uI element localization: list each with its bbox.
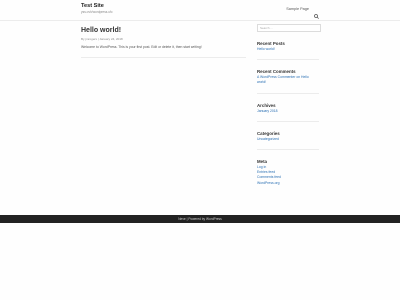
widget-meta: Meta Log in Entries feed Comments feed W… [257,159,319,186]
sidebar: Search ... Recent Posts Hello world! Rec… [257,24,321,186]
footer-powered-by-link[interactable]: Powered by WordPress [188,217,221,221]
meta-link-wordpress-org[interactable]: WordPress.org [257,181,280,185]
widget-archives: Archives January 2018 [257,103,319,122]
main-content: Hello world! By jmrogers | January 24, 2… [81,26,246,58]
widget-divider [257,120,319,122]
site-tagline: yss.ovh/wordpress.ufc [81,10,113,14]
site-header: Test Site yss.ovh/wordpress.ufc Sample P… [0,0,400,21]
site-footer: Neve | Powered by WordPress [0,215,400,223]
meta-link-comments-feed[interactable]: Comments feed [257,175,281,179]
site-branding: Test Site yss.ovh/wordpress.ufc [81,3,113,15]
widget-recent-posts: Recent Posts Hello world! [257,41,319,61]
post-date[interactable]: January 24, 2018 [99,37,122,41]
post-divider [81,57,246,58]
widget-divider [257,92,319,94]
widget-recent-comments: Recent Comments A WordPress Commenter on… [257,69,319,94]
widget-divider [257,149,319,151]
footer-theme-link[interactable]: Neve [178,217,185,221]
post-title[interactable]: Hello world! [81,26,246,35]
category-link[interactable]: Uncategorized [257,137,279,141]
recent-comment-link-continued[interactable]: world! [257,80,266,84]
widget-divider [257,59,319,61]
post-author[interactable]: By jmrogers [81,37,97,41]
site-title[interactable]: Test Site [81,3,113,10]
primary-nav: Sample Page [286,6,319,19]
meta-link-login[interactable]: Log in [257,165,266,169]
search-input[interactable]: Search ... [257,24,321,32]
widget-categories: Categories Uncategorized [257,131,319,151]
nav-link-sample-page[interactable]: Sample Page [286,7,309,11]
post-meta: By jmrogers | January 24, 2018 [81,37,246,41]
archive-link[interactable]: January 2018 [257,109,278,113]
post-body: Welcome to WordPress. This is your first… [81,45,202,49]
recent-post-link[interactable]: Hello world! [257,47,275,51]
recent-comment-link[interactable]: A WordPress Commenter on Hello [257,75,309,79]
meta-link-entries-feed[interactable]: Entries feed [257,170,275,174]
search-icon[interactable] [314,6,319,19]
